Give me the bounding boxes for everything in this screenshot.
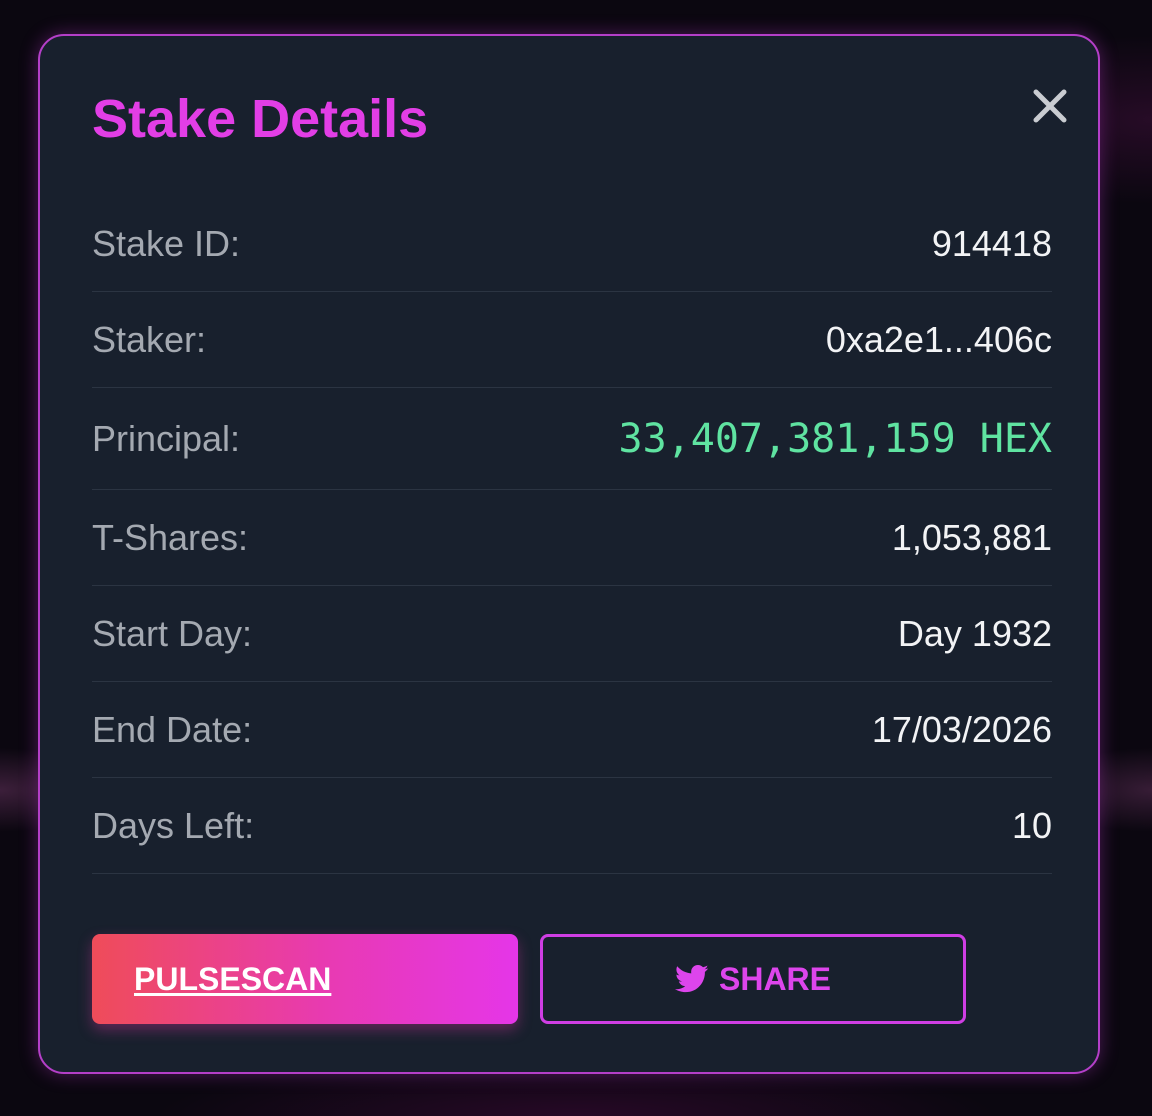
share-label: SHARE: [718, 960, 831, 997]
row-staker: Staker: 0xa2e1...406c: [92, 292, 1052, 388]
row-end-date: End Date: 17/03/2026: [92, 682, 1052, 778]
end-date-label: End Date:: [92, 708, 253, 750]
details-list: Stake ID: 914418 Staker: 0xa2e1...406c P…: [92, 196, 1052, 874]
principal-value: 33,407,381,159 HEX: [618, 415, 1052, 462]
t-shares-label: T-Shares:: [92, 516, 249, 558]
row-stake-id: Stake ID: 914418: [92, 196, 1052, 292]
row-principal: Principal: 33,407,381,159 HEX: [92, 388, 1052, 490]
staker-address: 0xa2e1...406c: [825, 318, 1052, 360]
stake-id-value: 914418: [931, 222, 1052, 264]
row-start-day: Start Day: Day 1932: [92, 586, 1052, 682]
share-button[interactable]: SHARE: [540, 934, 966, 1024]
start-day-value: Day 1932: [897, 612, 1052, 654]
row-days-left: Days Left: 10: [92, 778, 1052, 874]
end-date-value: 17/03/2026: [871, 708, 1052, 750]
stake-id-label: Stake ID:: [92, 222, 241, 264]
twitter-icon: [674, 964, 709, 993]
close-icon: [1033, 89, 1067, 123]
days-left-label: Days Left:: [92, 804, 255, 846]
modal-title: Stake Details: [92, 89, 429, 149]
principal-label: Principal:: [92, 417, 241, 459]
pulsescan-button[interactable]: PULSESCAN: [92, 934, 518, 1024]
staker-label: Staker:: [92, 318, 207, 360]
days-left-value: 10: [1011, 804, 1052, 846]
t-shares-value: 1,053,881: [891, 516, 1052, 558]
stake-details-modal: Stake Details Stake ID: 914418 Staker: 0…: [38, 34, 1100, 1074]
row-t-shares: T-Shares: 1,053,881: [92, 490, 1052, 586]
pulsescan-link-label[interactable]: PULSESCAN: [134, 961, 331, 998]
close-button[interactable]: [1028, 84, 1072, 128]
start-day-label: Start Day:: [92, 612, 253, 654]
